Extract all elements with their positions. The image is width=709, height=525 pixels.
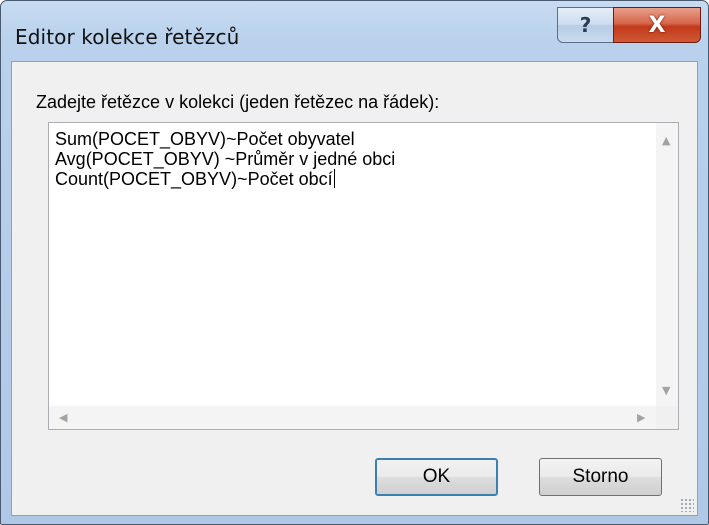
text-line-last: Count(POCET_OBYV)~Počet obcí bbox=[55, 169, 635, 189]
help-button[interactable]: ? bbox=[557, 7, 614, 43]
close-icon: X bbox=[648, 12, 666, 38]
text-line: Avg(POCET_OBYV) ~Průměr v jedné obci bbox=[55, 149, 396, 169]
up-arrow-icon[interactable]: ▲ bbox=[662, 135, 670, 146]
right-arrow-icon[interactable]: ▶ bbox=[637, 412, 645, 423]
ok-button[interactable]: OK bbox=[375, 458, 498, 496]
dialog-window: Editor kolekce řetězců ? X Zadejte řetěz… bbox=[0, 0, 709, 525]
close-button[interactable]: X bbox=[613, 7, 701, 43]
text-line: Count(POCET_OBYV)~Počet obcí bbox=[55, 169, 333, 189]
cancel-button[interactable]: Storno bbox=[539, 458, 662, 496]
window-title: Editor kolekce řetězců bbox=[15, 25, 240, 49]
text-line: Sum(POCET_OBYV)~Počet obyvatel bbox=[55, 129, 355, 149]
down-arrow-icon[interactable]: ▼ bbox=[662, 385, 670, 396]
vertical-scrollbar[interactable]: ▲ ▼ bbox=[656, 123, 678, 406]
textarea-content[interactable]: Sum(POCET_OBYV)~Počet obyvatel Avg(POCET_… bbox=[55, 129, 635, 399]
text-caret bbox=[333, 169, 335, 188]
prompt-label: Zadejte řetězce v kolekci (jeden řetězec… bbox=[36, 92, 440, 112]
horizontal-scrollbar[interactable]: ◀ ▶ bbox=[49, 406, 656, 429]
help-icon: ? bbox=[579, 13, 592, 37]
scrollbar-corner bbox=[656, 406, 678, 429]
resize-grip-icon[interactable] bbox=[680, 498, 694, 512]
strings-textarea[interactable]: Sum(POCET_OBYV)~Počet obyvatel Avg(POCET_… bbox=[48, 122, 679, 430]
left-arrow-icon[interactable]: ◀ bbox=[59, 412, 67, 423]
dialog-client-area: Zadejte řetězce v kolekci (jeden řetězec… bbox=[11, 61, 698, 516]
